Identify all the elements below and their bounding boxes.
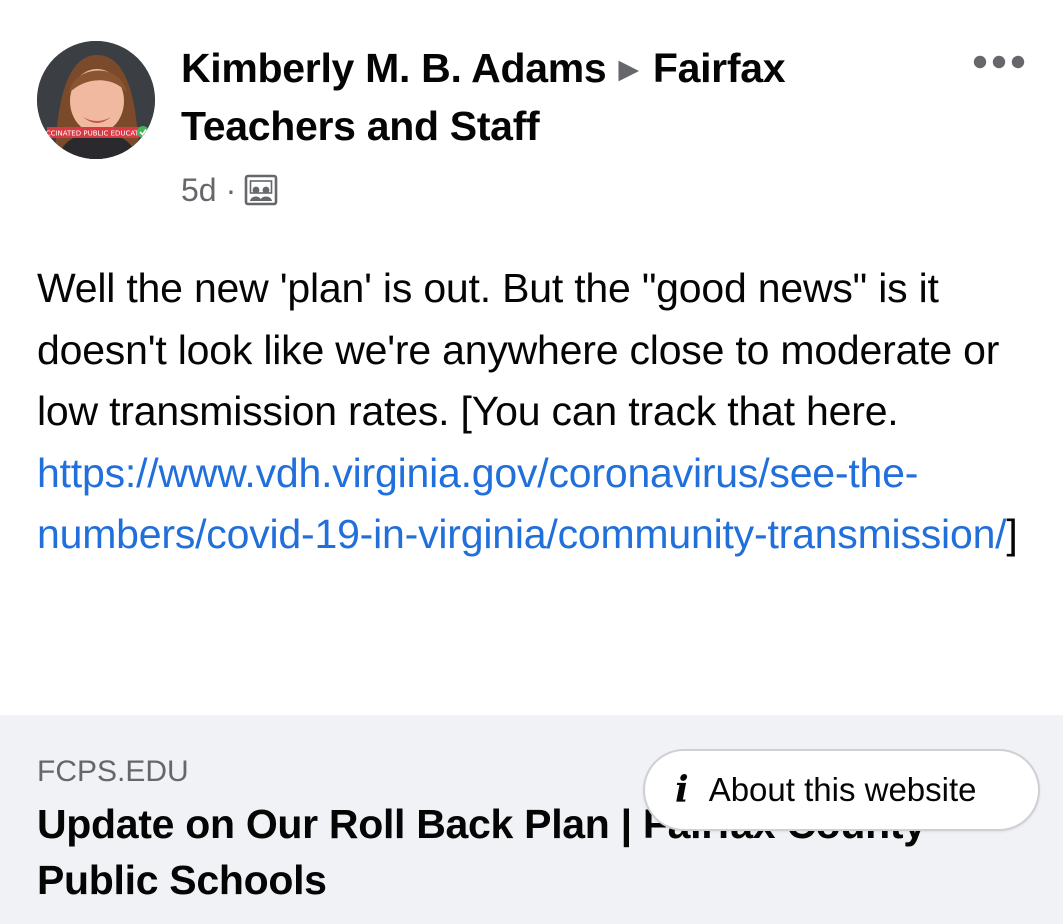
about-this-website-label: About this website (708, 771, 977, 808)
photo-icon (244, 174, 278, 206)
avatar[interactable]: VACCINATED PUBLIC EDUCATOR (37, 41, 155, 159)
arrow-right-icon: ▶ (618, 54, 639, 84)
more-options-button[interactable] (968, 42, 1030, 82)
avatar-badge-text: VACCINATED PUBLIC EDUCATOR (37, 130, 149, 138)
avatar-photo: VACCINATED PUBLIC EDUCATOR (37, 41, 155, 159)
author-name[interactable]: Kimberly M. B. Adams (181, 45, 607, 91)
post-card: VACCINATED PUBLIC EDUCATOR Kimberly M. B… (0, 0, 1063, 924)
post-timestamp[interactable]: 5d (181, 172, 217, 209)
post-header-title: Kimberly M. B. Adams ▶ Fairfax Teachers an… (181, 40, 941, 155)
closing-bracket: ] (1006, 511, 1018, 557)
post-body-text: Well the new 'plan' is out. But the "goo… (37, 265, 1000, 434)
meta-separator: · (225, 171, 237, 208)
about-this-website-button[interactable]: i About this website (643, 749, 1040, 831)
vdh-link[interactable]: https://www.vdh.virginia.gov/coronavirus… (37, 450, 1007, 558)
more-horizontal-icon (973, 55, 1025, 69)
info-icon: i (675, 769, 689, 811)
post-body: Well the new 'plan' is out. But the "goo… (37, 258, 1027, 566)
post-meta: 5d · (181, 167, 278, 213)
link-preview-domain: FCPS.EDU (37, 755, 189, 788)
